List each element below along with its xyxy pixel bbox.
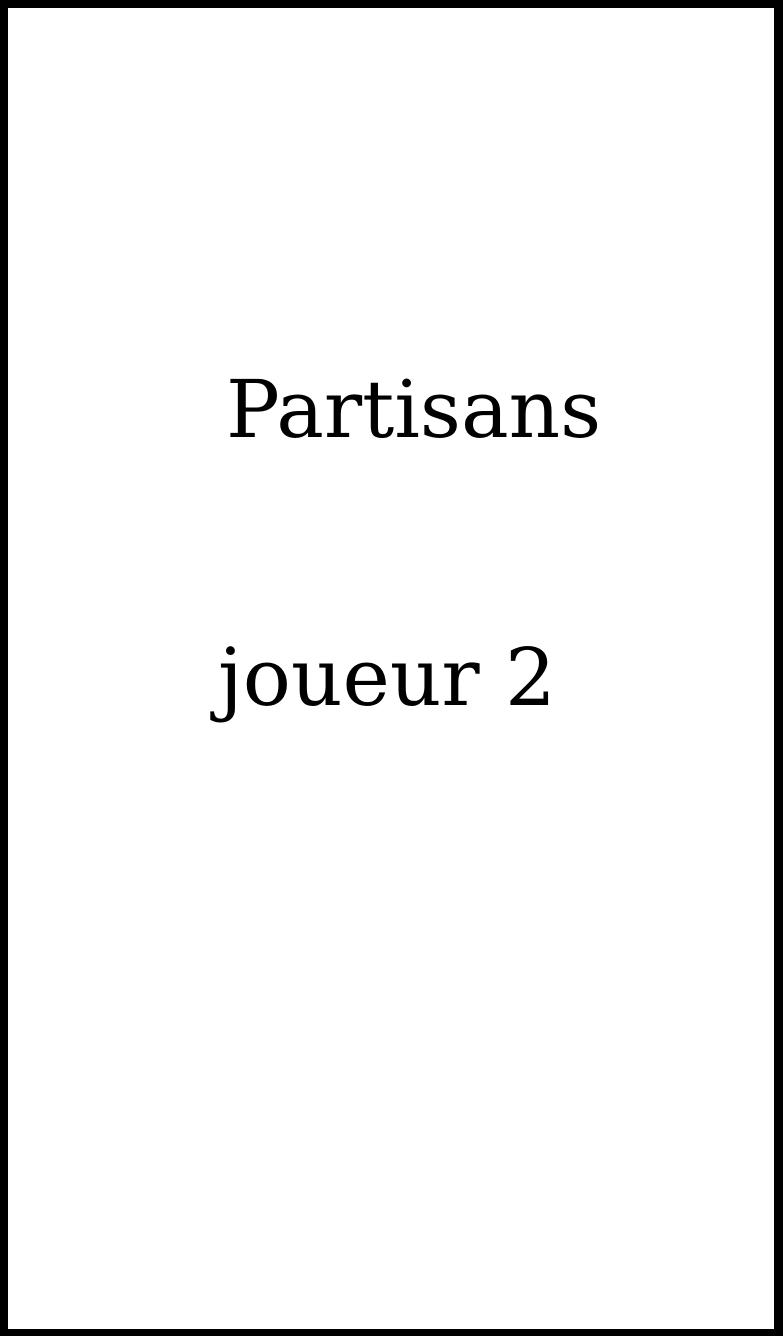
game-card[interactable]: Partisans joueur 2 (0, 0, 783, 1336)
card-player-label: joueur 2 (218, 631, 556, 724)
card-title: Partisans (226, 363, 602, 456)
